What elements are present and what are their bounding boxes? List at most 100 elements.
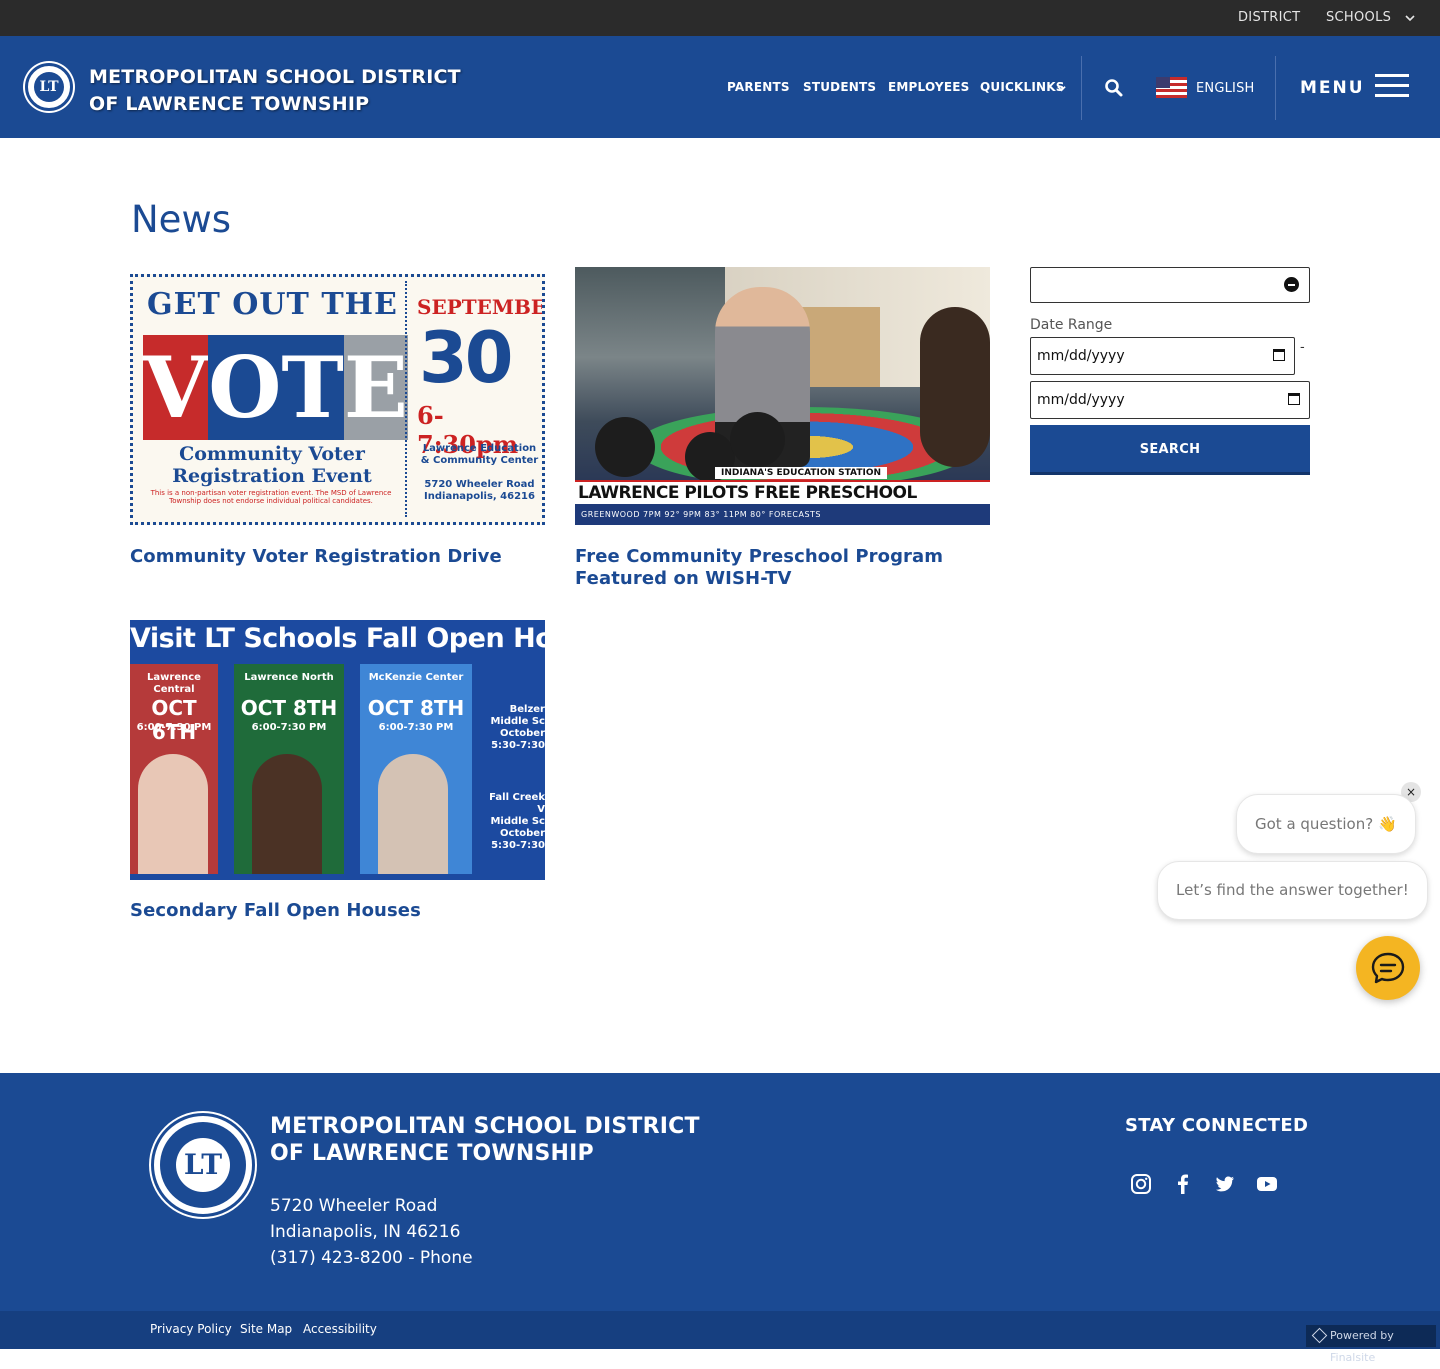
footer-address-street: 5720 Wheeler Road xyxy=(270,1196,438,1216)
news-chyron: LAWRENCE PILOTS FREE PRESCHOOL xyxy=(575,480,990,504)
page-title: News xyxy=(131,198,231,241)
chevron-down-icon[interactable] xyxy=(1057,84,1066,93)
vote-letter: O xyxy=(208,335,282,440)
vote-letters: V O T E xyxy=(143,335,408,440)
keyword-search-input[interactable] xyxy=(1030,267,1310,303)
language-selector[interactable]: ENGLISH xyxy=(1196,81,1255,96)
youtube-icon[interactable] xyxy=(1256,1173,1278,1195)
us-flag-icon[interactable] xyxy=(1156,77,1187,98)
utility-bar: DISTRICT SCHOOLS xyxy=(0,0,1440,36)
logo-ring: LT xyxy=(160,1122,246,1208)
date-to-input[interactable]: mm/dd/yyyy xyxy=(1030,381,1310,419)
news-title-open-houses[interactable]: Secondary Fall Open Houses xyxy=(130,900,545,922)
photo-child xyxy=(730,412,785,467)
open-house-side-list: Belzer Middle Sc October 5:30-7:30 Fall … xyxy=(485,664,545,874)
vote-headline: GET OUT THE xyxy=(147,287,398,322)
school-name: McKenzie Center xyxy=(368,672,464,683)
vote-disclaimer: This is a non-partisan voter registratio… xyxy=(150,489,392,505)
nav-quicklinks[interactable]: QUICKLINKS xyxy=(980,80,1065,94)
date-range-dash: - xyxy=(1300,340,1305,355)
district-link[interactable]: DISTRICT xyxy=(1238,10,1300,25)
site-footer: LT METROPOLITAN SCHOOL DISTRICT OF LAWRE… xyxy=(0,1073,1440,1311)
divider xyxy=(405,281,407,517)
logo-initials: LT xyxy=(176,1138,230,1192)
footer-title-line2: OF LAWRENCE TOWNSHIP xyxy=(270,1141,594,1166)
news-image-open-houses[interactable]: Visit LT Schools Fall Open Houses! Lawre… xyxy=(130,620,545,880)
privacy-policy-link[interactable]: Privacy Policy xyxy=(150,1322,232,1336)
hamburger-icon[interactable] xyxy=(1375,74,1409,98)
student-photo xyxy=(378,754,448,874)
student-photo xyxy=(252,754,322,874)
site-header: LT METROPOLITAN SCHOOL DISTRICT OF LAWRE… xyxy=(0,36,1440,138)
open-house-panel: McKenzie Center OCT 8TH 6:00-7:30 PM xyxy=(360,664,472,874)
footer-phone[interactable]: (317) 423-8200 - Phone xyxy=(270,1248,473,1268)
chat-launcher-button[interactable] xyxy=(1356,936,1420,1000)
school-name: Lawrence North xyxy=(244,672,334,683)
footer-logo[interactable]: LT xyxy=(151,1113,255,1217)
site-title[interactable]: METROPOLITAN SCHOOL DISTRICT OF LAWRENCE… xyxy=(89,64,469,118)
date-to-placeholder: mm/dd/yyyy xyxy=(1037,392,1125,408)
chat-bubble[interactable]: Let’s find the answer together! xyxy=(1157,861,1428,920)
open-house-time: 6:00-7:30 PM xyxy=(378,722,454,733)
news-image-voter[interactable]: GET OUT THE V O T E Community Voter Regi… xyxy=(130,274,545,525)
search-button[interactable]: SEARCH xyxy=(1030,425,1310,475)
news-title-preschool[interactable]: Free Community Preschool Program Feature… xyxy=(575,546,990,590)
chevron-down-icon[interactable] xyxy=(1405,13,1415,23)
open-house-date: OCT 8TH xyxy=(240,696,338,720)
search-icon[interactable] xyxy=(1104,78,1124,98)
side-text: October xyxy=(500,828,545,839)
accessibility-link[interactable]: Accessibility xyxy=(303,1322,377,1336)
calendar-icon[interactable] xyxy=(1273,349,1285,361)
menu-label[interactable]: MENU xyxy=(1300,78,1365,98)
date-from-input[interactable]: mm/dd/yyyy xyxy=(1030,337,1295,375)
stay-connected-heading: STAY CONNECTED xyxy=(1125,1115,1309,1136)
open-house-banner: Visit LT Schools Fall Open Houses! xyxy=(130,623,545,654)
news-title-voter[interactable]: Community Voter Registration Drive xyxy=(130,546,545,568)
news-tag: INDIANA'S EDUCATION STATION xyxy=(715,467,887,479)
vote-letter: E xyxy=(343,335,408,440)
side-text: Belzer Middle Sc xyxy=(490,704,545,727)
vote-address: 5720 Wheeler Road Indianapolis, 46216 xyxy=(424,479,535,502)
open-house-panel: Lawrence Central OCT 6TH 6:00-7:30 PM xyxy=(130,664,218,874)
divider xyxy=(1275,56,1276,120)
logo-initials: LT xyxy=(34,72,64,102)
nav-students[interactable]: STUDENTS xyxy=(803,80,876,94)
twitter-icon[interactable] xyxy=(1214,1173,1236,1195)
nav-parents[interactable]: PARENTS xyxy=(727,80,790,94)
nav-employees[interactable]: EMPLOYEES xyxy=(888,80,969,94)
side-text: Middle Sc xyxy=(490,816,545,827)
footer-bottom-bar: Privacy Policy Site Map Accessibility Po… xyxy=(0,1311,1440,1364)
photo-adult xyxy=(920,307,990,467)
photo-child xyxy=(595,417,655,477)
date-range-label: Date Range xyxy=(1030,317,1113,333)
chyron-text: LAWRENCE PILOTS FREE PRESCHOOL xyxy=(578,483,917,503)
side-text: Fall Creek V xyxy=(489,792,545,815)
site-title-line2: OF LAWRENCE TOWNSHIP xyxy=(89,93,370,115)
footer-title-line1: METROPOLITAN SCHOOL DISTRICT xyxy=(270,1114,700,1139)
schools-dropdown[interactable]: SCHOOLS xyxy=(1326,10,1391,25)
open-house-panel: Lawrence North OCT 8TH 6:00-7:30 PM xyxy=(234,664,344,874)
weather-ticker: GREENWOOD 7PM 92° 9PM 83° 11PM 80° FOREC… xyxy=(575,504,990,525)
side-text: 5:30-7:30 xyxy=(491,740,545,751)
clear-icon[interactable] xyxy=(1284,277,1299,292)
site-title-line1: METROPOLITAN SCHOOL DISTRICT xyxy=(89,66,461,88)
vote-subtitle: Community Voter Registration Event xyxy=(172,443,372,487)
powered-by-finalsite[interactable]: Powered by Finalsite xyxy=(1306,1325,1436,1364)
school-name: Lawrence Central xyxy=(147,672,201,695)
district-logo[interactable]: LT xyxy=(25,63,73,111)
open-house-time: 6:00-7:30 PM xyxy=(136,722,212,733)
footer-title: METROPOLITAN SCHOOL DISTRICT OF LAWRENCE… xyxy=(270,1113,700,1167)
vote-letter: V xyxy=(143,335,209,440)
vote-letter: T xyxy=(281,335,344,440)
calendar-icon[interactable] xyxy=(1288,393,1300,405)
chat-bubble[interactable]: Got a question? 👋 xyxy=(1236,794,1416,854)
site-map-link[interactable]: Site Map xyxy=(240,1322,292,1336)
chat-icon xyxy=(1371,952,1405,984)
vote-month: SEPTEMBER xyxy=(417,295,545,319)
divider xyxy=(1081,56,1082,120)
instagram-icon[interactable] xyxy=(1130,1173,1152,1195)
vote-day: 30 xyxy=(419,317,513,399)
facebook-icon[interactable] xyxy=(1172,1173,1194,1195)
news-image-preschool[interactable]: INDIANA'S EDUCATION STATION LAWRENCE PIL… xyxy=(575,267,990,525)
open-house-date: OCT 6TH xyxy=(151,696,197,744)
